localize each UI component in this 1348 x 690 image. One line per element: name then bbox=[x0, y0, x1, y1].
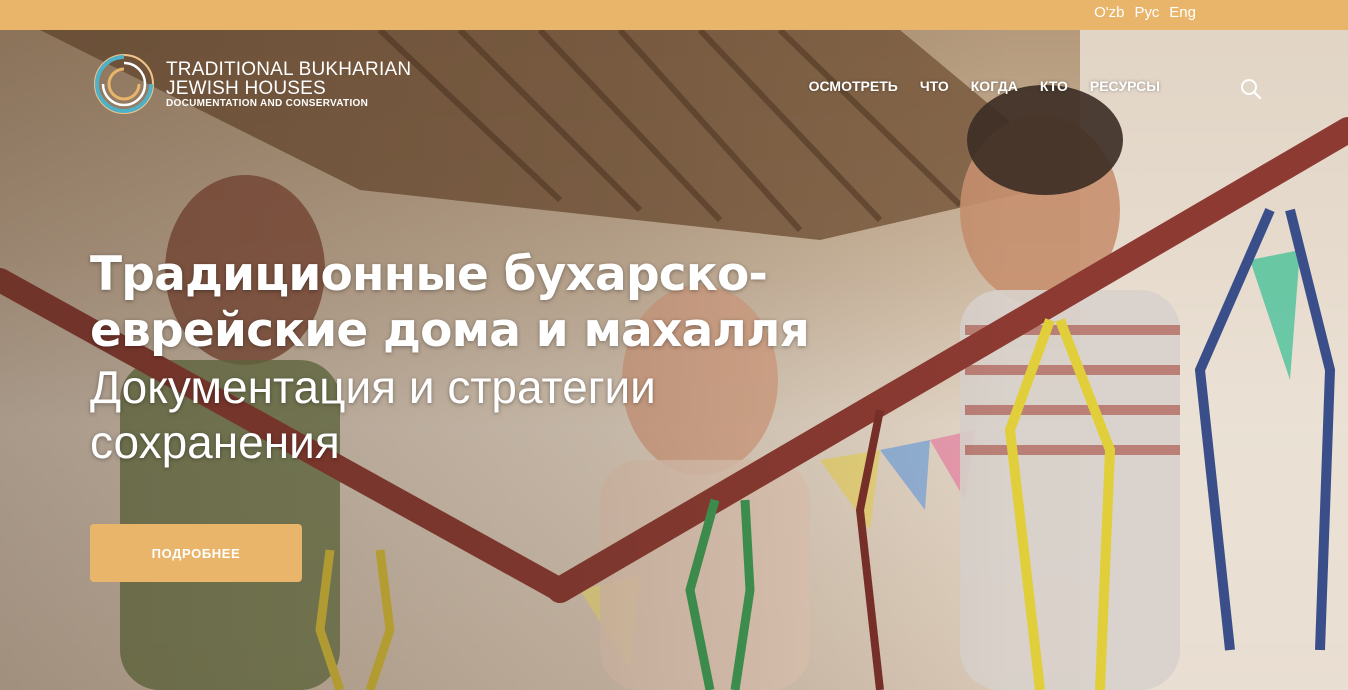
language-switcher: O'zb Рус Eng bbox=[1094, 4, 1196, 21]
hero-headline: Традиционные бухарско-еврейские дома и м… bbox=[90, 247, 910, 470]
logo-tagline: DOCUMENTATION AND CONSERVATION bbox=[166, 97, 369, 109]
logo-title-line2: JEWISH HOUSES bbox=[166, 77, 326, 99]
logo-text: TRADITIONAL BUKHARIAN JEWISH HOUSES DOCU… bbox=[166, 60, 411, 109]
logo-rings-icon bbox=[94, 54, 154, 114]
language-russian-link[interactable]: Рус bbox=[1134, 4, 1159, 21]
hero-section: TRADITIONAL BUKHARIAN JEWISH HOUSES DOCU… bbox=[0, 30, 1348, 690]
hero-title: Традиционные бухарско-еврейские дома и м… bbox=[90, 247, 810, 358]
learn-more-button[interactable]: ПОДРОБНЕЕ bbox=[90, 524, 302, 582]
main-nav: ОСМОТРЕТЬ ЧТО КОГДА КТО РЕСУРСЫ bbox=[809, 78, 1160, 94]
language-bar: O'zb Рус Eng bbox=[0, 0, 1348, 30]
hero-subtitle: Документация и стратегии сохранения bbox=[90, 361, 656, 468]
logo-title-line1: TRADITIONAL BUKHARIAN bbox=[166, 58, 412, 80]
language-english-link[interactable]: Eng bbox=[1169, 4, 1196, 21]
nav-item-explore[interactable]: ОСМОТРЕТЬ bbox=[809, 78, 898, 94]
nav-item-who[interactable]: КТО bbox=[1040, 78, 1068, 94]
search-icon[interactable] bbox=[1240, 78, 1262, 100]
language-uzbek-link[interactable]: O'zb bbox=[1094, 4, 1124, 21]
nav-item-when[interactable]: КОГДА bbox=[971, 78, 1018, 94]
nav-item-resources[interactable]: РЕСУРСЫ bbox=[1090, 78, 1160, 94]
nav-item-what[interactable]: ЧТО bbox=[920, 78, 949, 94]
site-logo[interactable]: TRADITIONAL BUKHARIAN JEWISH HOUSES DOCU… bbox=[92, 52, 411, 116]
